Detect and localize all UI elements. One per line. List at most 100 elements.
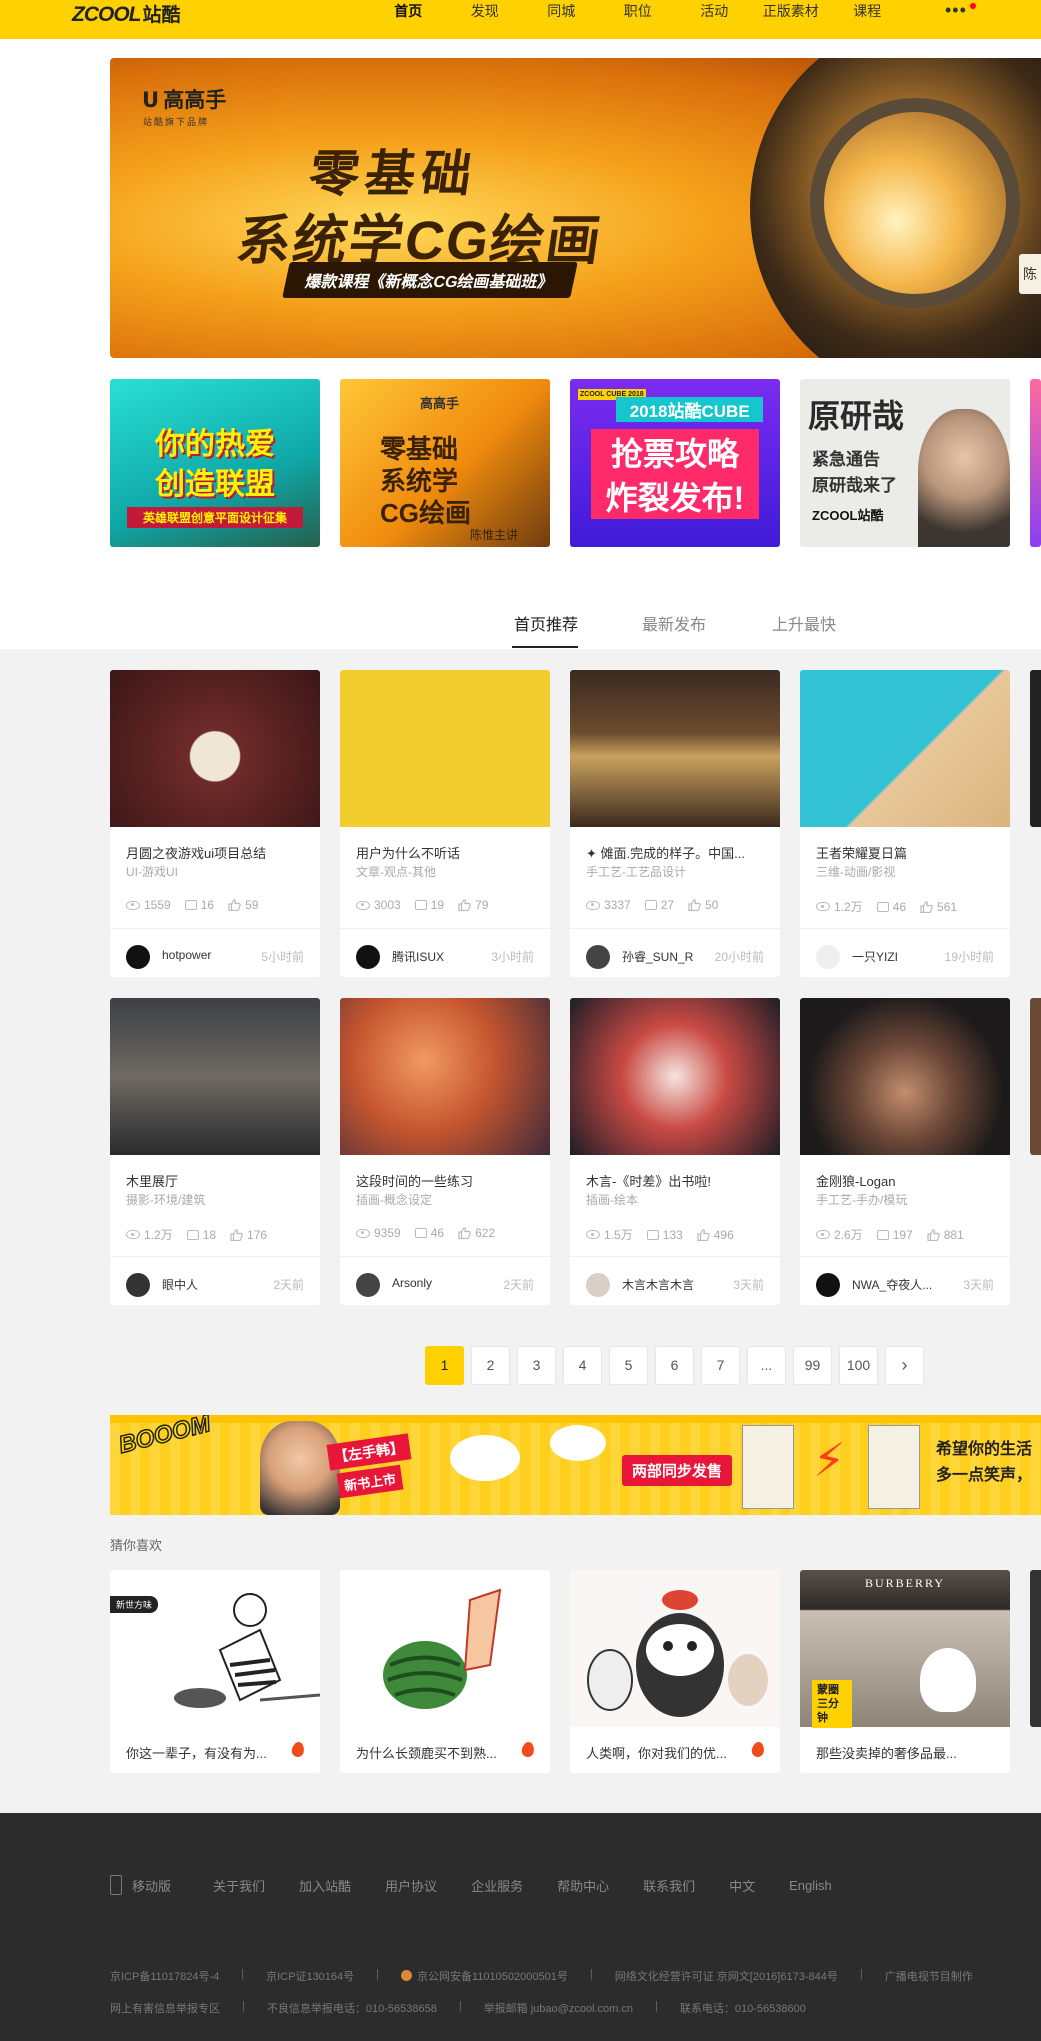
author-name[interactable]: 孙睿_SUN_R — [622, 948, 722, 965]
work-thumbnail[interactable] — [110, 670, 320, 827]
next-page-button[interactable]: › — [885, 1346, 924, 1385]
work-thumbnail[interactable] — [570, 998, 780, 1155]
author-name[interactable]: NWA_夺夜人... — [852, 1276, 952, 1293]
guess-partial[interactable] — [1030, 1570, 1041, 1727]
promo-partial[interactable] — [1030, 379, 1041, 547]
avatar[interactable] — [586, 945, 610, 969]
work-title[interactable]: 这段时间的一些练习 — [356, 1171, 536, 1190]
author-name[interactable]: 腾讯ISUX — [392, 948, 492, 965]
footer-link-mobile[interactable]: 移动版 — [132, 1876, 171, 1895]
footer-link-chinese[interactable]: 中文 — [729, 1876, 755, 1895]
work-card[interactable]: 金刚狼-Logan 手工艺-手办/模玩 2.6万 197 881 NWA_夺夜人... 3天… — [800, 998, 1010, 1305]
work-card[interactable]: 王者荣耀夏日篇 三维-动画/影视 1.2万 46 561 一只YIZI 19小时前 — [800, 670, 1010, 977]
tab-rising[interactable]: 上升最快 — [772, 611, 836, 635]
avatar[interactable] — [126, 945, 150, 969]
page-button[interactable]: 4 — [563, 1346, 602, 1385]
work-thumbnail[interactable] — [340, 670, 550, 827]
avatar[interactable] — [356, 1273, 380, 1297]
work-title[interactable]: 木言-《时差》出书啦! — [586, 1171, 766, 1190]
guess-store-sign: BURBERRY — [864, 1576, 946, 1590]
icp-record[interactable]: 京ICP备11017824号-4 — [110, 1968, 219, 1984]
hero-banner[interactable]: Ս 高高手 站酷旗下品牌 零基础 系统学CG绘画 爆款课程《新概念CG绘画基础班… — [110, 58, 1041, 358]
culture-license[interactable]: 网络文化经营许可证 京网文[2016]6173-844号 — [615, 1968, 838, 1984]
work-card[interactable]: ✦ 傩面.完成的样子。中国... 手工艺-工艺品设计 3337 27 50 孙睿_SUN_… — [570, 670, 780, 977]
footer-link-help[interactable]: 帮助中心 — [557, 1876, 609, 1895]
page-button[interactable]: 6 — [655, 1346, 694, 1385]
work-card[interactable]: 木里展厅 摄影-环境/建筑 1.2万 18 176 眼中人 2天前 — [110, 998, 320, 1305]
work-thumbnail[interactable] — [800, 670, 1010, 827]
nav-discover[interactable]: 发现 — [447, 0, 524, 22]
promo-hara-line3: 原研哉来了 — [812, 476, 897, 495]
footer-link-enterprise[interactable]: 企业服务 — [471, 1876, 523, 1895]
work-title[interactable]: 木里展厅 — [126, 1171, 306, 1190]
author-name[interactable]: 一只YIZI — [852, 948, 952, 965]
nav-jobs[interactable]: 职位 — [600, 0, 677, 22]
work-thumbnail[interactable] — [800, 998, 1010, 1155]
police-record[interactable]: 京公网安备11010502000501号 — [401, 1968, 568, 1984]
report-zone[interactable]: 网上有害信息举报专区 — [110, 2000, 220, 2016]
work-thumbnail[interactable] — [340, 998, 550, 1155]
footer-link-english[interactable]: English — [789, 1878, 832, 1893]
nav-events[interactable]: 活动 — [676, 0, 753, 22]
work-thumbnail[interactable] — [570, 670, 780, 827]
work-title[interactable]: 月圆之夜游戏ui项目总结 — [126, 843, 306, 862]
work-thumbnail[interactable] — [110, 998, 320, 1155]
page-button[interactable]: 1 — [425, 1346, 464, 1385]
footer-link-about[interactable]: 关于我们 — [213, 1876, 265, 1895]
avatar[interactable] — [586, 1273, 610, 1297]
page-button[interactable]: 7 — [701, 1346, 740, 1385]
tab-recommended[interactable]: 首页推荐 — [514, 611, 578, 635]
avatar[interactable] — [356, 945, 380, 969]
work-title[interactable]: ✦ 傩面.完成的样子。中国... — [586, 843, 766, 862]
author-name[interactable]: 眼中人 — [162, 1276, 262, 1293]
guess-card[interactable]: 新世方味 你这一辈子，有没有为... — [110, 1570, 320, 1773]
avatar[interactable] — [816, 1273, 840, 1297]
footer-link-terms[interactable]: 用户协议 — [385, 1876, 437, 1895]
promo-hara[interactable]: 原研哉 紧急通告 原研哉来了 ZCOOL站酷 — [800, 379, 1010, 547]
author-name[interactable]: Arsonly — [392, 1276, 492, 1290]
page-button[interactable]: 2 — [471, 1346, 510, 1385]
work-title[interactable]: 王者荣耀夏日篇 — [816, 843, 996, 862]
avatar[interactable] — [816, 945, 840, 969]
page-button[interactable]: 3 — [517, 1346, 556, 1385]
nav-courses[interactable]: 课程 — [829, 0, 906, 22]
footer-link-contact[interactable]: 联系我们 — [643, 1876, 695, 1895]
zcool-logo[interactable]: ZCOOL 站酷 — [72, 0, 181, 26]
guess-card[interactable]: BURBERRY 蒙圈三分钟 那些没卖掉的奢侈品最... — [800, 1570, 1010, 1773]
fire-icon — [520, 1741, 536, 1758]
more-menu-icon[interactable]: ••• — [945, 1, 967, 19]
report-email[interactable]: 举报邮箱 jubao@zcool.com.cn — [484, 2000, 633, 2016]
guess-card[interactable]: 人类啊，你对我们的优... — [570, 1570, 780, 1773]
promo-lol[interactable]: 你的热爱 创造联盟 英雄联盟创意平面设计征集 — [110, 379, 320, 547]
guess-card[interactable]: 为什么长颈鹿买不到熟... — [340, 1570, 550, 1773]
ghost-figure — [920, 1648, 976, 1712]
work-card[interactable]: 这段时间的一些练习 插画-概念设定 9359 46 622 Arsonly 2天前 — [340, 998, 550, 1305]
promo-cg-course[interactable]: 高高手 零基础 系统学 CG绘画 陈惟主讲 — [340, 379, 550, 547]
page-button[interactable]: 100 — [839, 1346, 878, 1385]
icp-license[interactable]: 京ICP证130164号 — [266, 1968, 354, 1984]
work-card[interactable]: 木言-《时差》出书啦! 插画-绘本 1.5万 133 496 木言木言木言 3天前 — [570, 998, 780, 1305]
promo-cube[interactable]: ZCOOL CUBE 2018 2018站酷CUBE 抢票攻略 炸裂发布! — [570, 379, 780, 547]
broadcast-license[interactable]: 广播电视节目制作 — [885, 1968, 973, 1984]
author-name[interactable]: 木言木言木言 — [622, 1276, 722, 1293]
guess-illustration-2 — [383, 1588, 502, 1709]
avatar[interactable] — [126, 1273, 150, 1297]
nav-home[interactable]: 首页 — [370, 0, 447, 22]
card-partial-2[interactable] — [1030, 998, 1041, 1155]
page-button[interactable]: 99 — [793, 1346, 832, 1385]
work-title[interactable]: 用户为什么不听话 — [356, 843, 536, 862]
cloud-shape — [450, 1435, 520, 1481]
nav-local[interactable]: 同城 — [523, 0, 600, 22]
tab-latest[interactable]: 最新发布 — [642, 611, 706, 635]
work-card[interactable]: 用户为什么不听话 文章-观点-其他 3003 19 79 腾讯ISUX 3小时前 — [340, 670, 550, 977]
work-title[interactable]: 金刚狼-Logan — [816, 1171, 996, 1190]
book-promo-banner[interactable]: BOOOM 【左手韩】 新书上市 两部同步发售 ⚡ 希望你的生活 多一点笑声， — [110, 1415, 1041, 1515]
astronaut-visor — [810, 98, 1020, 308]
card-partial-1[interactable] — [1030, 670, 1041, 827]
author-name[interactable]: hotpower — [162, 948, 262, 962]
notification-dot — [970, 3, 976, 9]
footer-link-join[interactable]: 加入站酷 — [299, 1876, 351, 1895]
work-card[interactable]: 月圆之夜游戏ui项目总结 UI-游戏UI 1559 16 59 hotpower 5小时前 — [110, 670, 320, 977]
page-button[interactable]: 5 — [609, 1346, 648, 1385]
nav-stock[interactable]: 正版素材 — [753, 0, 830, 22]
